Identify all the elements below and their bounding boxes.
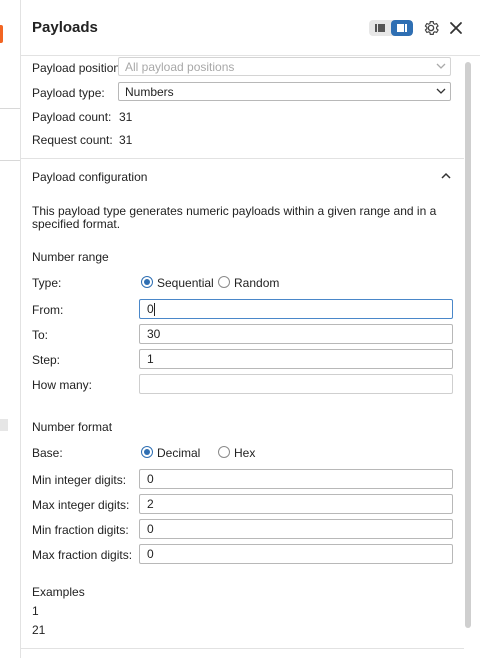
radio-decimal[interactable] [141,446,153,458]
scrollbar-thumb[interactable] [465,62,471,628]
payload-position-label: Payload position: [32,61,124,75]
to-input[interactable]: 30 [139,324,453,344]
payload-count-label: Payload count: [32,110,112,124]
min-fraction-digits-input[interactable]: 0 [139,519,453,539]
number-range-heading: Number range [32,250,109,264]
step-input[interactable]: 1 [139,349,453,369]
section-divider [21,158,464,159]
request-count-label: Request count: [32,133,113,147]
orange-tab-marker [0,25,3,43]
radio-random-label[interactable]: Random [234,276,279,290]
from-label: From: [32,303,64,317]
left-editor-strip [0,0,21,658]
max-integer-digits-label: Max integer digits: [32,498,130,512]
range-type-label: Type: [32,276,62,290]
gear-icon[interactable] [422,19,440,37]
payload-type-select[interactable]: Numbers [118,82,451,101]
max-integer-digits-input[interactable]: 2 [139,494,453,514]
examples-heading: Examples [32,585,85,599]
list-view-icon[interactable] [369,20,391,36]
strip-marker [0,419,8,431]
panel-title: Payloads [32,19,98,36]
example-item: 21 [32,623,46,637]
min-integer-digits-input[interactable]: 0 [139,469,453,489]
how-many-input[interactable] [139,374,453,394]
close-icon[interactable] [447,19,465,37]
panel-header: Payloads [21,0,480,56]
radio-sequential-label[interactable]: Sequential [157,276,214,290]
how-many-label: How many: [32,378,93,392]
max-fraction-digits-input[interactable]: 0 [139,544,453,564]
payload-configuration-header[interactable]: Payload configuration [32,170,147,184]
step-label: Step: [32,353,61,367]
strip-divider [0,160,20,161]
example-item: 1 [32,604,39,618]
panel-view-icon[interactable] [391,20,413,36]
payloads-panel: Payloads Payload position: All payload p… [21,0,480,658]
radio-decimal-label[interactable]: Decimal [157,446,200,460]
radio-sequential[interactable] [141,276,153,288]
request-count-value: 31 [119,133,133,147]
max-fraction-digits-label: Max fraction digits: [32,548,133,562]
text-caret [154,303,155,316]
strip-divider [0,108,20,109]
payload-type-label: Payload type: [32,86,105,100]
from-input[interactable]: 0 [139,299,453,319]
number-format-heading: Number format [32,420,113,434]
chevron-down-icon [436,88,446,94]
radio-hex-label[interactable]: Hex [234,446,255,460]
payload-position-select: All payload positions [118,57,451,76]
min-fraction-digits-label: Min fraction digits: [32,523,129,537]
base-label: Base: [32,446,63,460]
to-label: To: [32,328,49,342]
chevron-down-icon [436,63,446,69]
payload-count-value: 31 [119,110,133,124]
view-toggle[interactable] [369,20,413,36]
payload-description: This payload type generates numeric payl… [32,204,437,231]
min-integer-digits-label: Min integer digits: [32,473,127,487]
radio-random[interactable] [218,276,230,288]
chevron-up-icon[interactable] [440,171,452,181]
section-divider [21,648,464,649]
radio-hex[interactable] [218,446,230,458]
